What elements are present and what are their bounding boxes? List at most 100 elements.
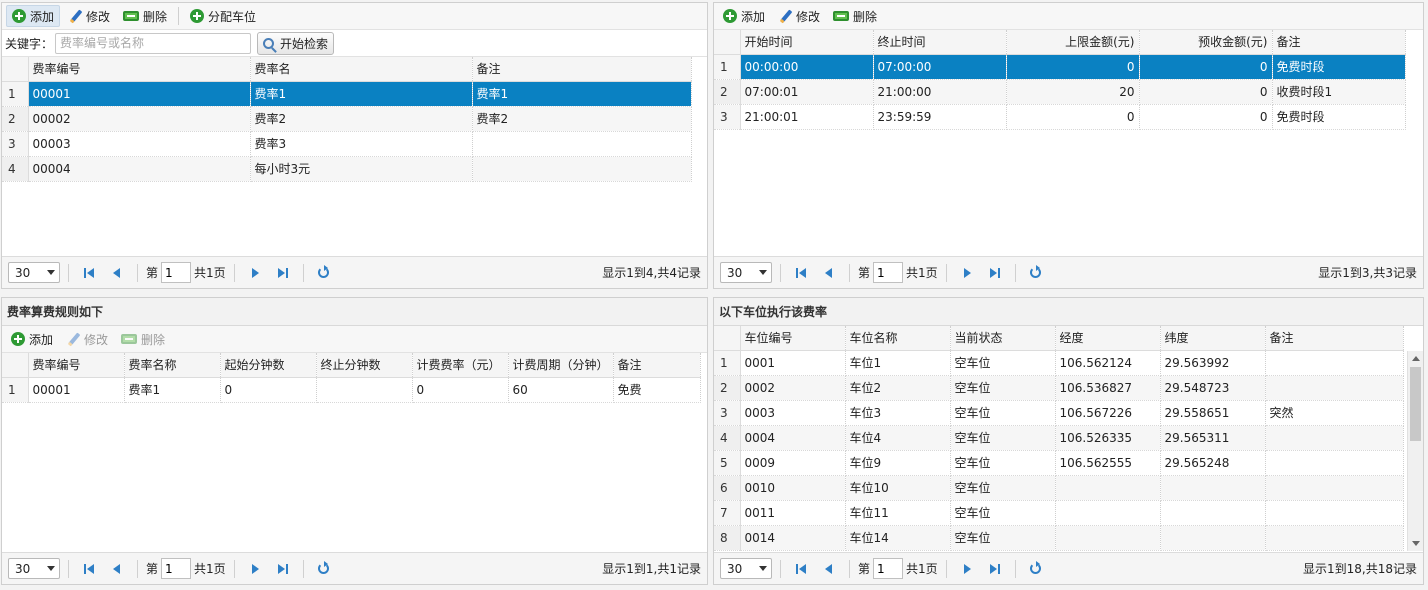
rule-delete-button[interactable]: 删除 [116, 328, 170, 350]
rule-add-label: 添加 [29, 332, 54, 347]
assign-space-button[interactable]: 分配车位 [185, 5, 261, 27]
refresh-icon[interactable] [317, 265, 329, 278]
scroll-up-icon[interactable] [1412, 356, 1420, 361]
first-page-icon[interactable] [796, 267, 808, 279]
table-row[interactable]: 3 0003 车位3 空车位 106.567226 29.558651 突然 [714, 400, 1404, 426]
rule-add-button[interactable]: 添加 [6, 328, 58, 350]
space-note-cell [1265, 425, 1404, 451]
vertical-scrollbar[interactable] [1407, 351, 1423, 551]
space-code-cell: 0009 [740, 450, 846, 476]
scrollbar-thumb[interactable] [1410, 367, 1421, 441]
page-prefix: 第 [146, 562, 159, 576]
column-header[interactable]: 计费周期（分钟） [508, 353, 614, 378]
column-header[interactable]: 费率名 [250, 57, 473, 82]
latitude-cell [1160, 525, 1266, 551]
last-page-icon[interactable] [276, 267, 288, 279]
column-header[interactable]: 当前状态 [950, 326, 1056, 351]
page-size-select[interactable]: 30 [8, 262, 60, 283]
column-header[interactable]: 备注 [1265, 326, 1404, 351]
rate-delete-button[interactable]: 删除 [118, 5, 172, 27]
table-row[interactable]: 1 0001 车位1 空车位 106.562124 29.563992 [714, 350, 1404, 376]
pager-separator [68, 559, 69, 578]
last-page-icon[interactable] [276, 563, 288, 575]
next-page-icon[interactable] [250, 563, 262, 575]
prev-page-icon[interactable] [110, 267, 122, 279]
refresh-icon[interactable] [1029, 265, 1041, 278]
rule-toolbar: 添加 修改 删除 [2, 326, 707, 353]
rate-note-cell [472, 156, 692, 182]
table-header-row: 费率编号 费率名称 起始分钟数 终止分钟数 计费费率（元） 计费周期（分钟） 备… [2, 353, 701, 378]
prev-page-icon[interactable] [822, 563, 834, 575]
page-size-select[interactable]: 30 [720, 558, 772, 579]
period-edit-button[interactable]: 修改 [773, 5, 825, 27]
column-header[interactable]: 费率编号 [28, 353, 125, 378]
table-row[interactable]: 4 0004 车位4 空车位 106.526335 29.565311 [714, 425, 1404, 451]
cycle-cell: 60 [508, 377, 614, 403]
page-number-input[interactable] [161, 262, 192, 283]
table-row[interactable]: 2 00002 费率2 费率2 [2, 106, 692, 132]
next-page-icon[interactable] [962, 563, 974, 575]
column-header[interactable]: 备注 [1272, 30, 1406, 55]
prev-page-icon[interactable] [822, 267, 834, 279]
column-header[interactable]: 车位编号 [740, 326, 846, 351]
column-header[interactable]: 费率编号 [28, 57, 251, 82]
table-row[interactable]: 1 00001 费率1 费率1 [2, 81, 692, 107]
pager-separator [302, 263, 304, 282]
keyword-search-input[interactable] [55, 32, 252, 54]
scroll-down-icon[interactable] [1412, 541, 1420, 546]
rate-add-button[interactable]: 添加 [6, 5, 61, 27]
next-page-icon[interactable] [962, 267, 974, 279]
space-note-cell [1265, 525, 1404, 551]
column-header[interactable]: 计费费率（元） [412, 353, 509, 378]
refresh-icon[interactable] [317, 561, 329, 574]
table-row[interactable]: 8 0014 车位14 空车位 [714, 525, 1404, 551]
column-header[interactable]: 车位名称 [845, 326, 951, 351]
page-number-input[interactable] [873, 558, 904, 579]
table-row[interactable]: 7 0011 车位11 空车位 [714, 500, 1404, 526]
table-row[interactable]: 6 0010 车位10 空车位 [714, 475, 1404, 501]
table-row[interactable]: 3 21:00:01 23:59:59 0 0 免费时段 [714, 104, 1406, 130]
table-row[interactable]: 2 07:00:01 21:00:00 20 0 收费时段1 [714, 79, 1406, 105]
period-add-button[interactable]: 添加 [718, 5, 770, 27]
column-header[interactable]: 终止时间 [873, 30, 1007, 55]
column-header[interactable]: 终止分钟数 [316, 353, 413, 378]
column-header[interactable]: 起始分钟数 [220, 353, 317, 378]
start-search-button[interactable]: 开始检索 [257, 31, 335, 55]
table-row[interactable]: 1 00001 费率1 0 0 60 免费 [2, 377, 701, 403]
last-page-icon[interactable] [988, 267, 1000, 279]
table-row[interactable]: 3 00003 费率3 [2, 131, 692, 157]
space-state-cell: 空车位 [950, 425, 1056, 451]
column-header[interactable]: 上限金额(元) [1006, 30, 1140, 55]
last-page-icon[interactable] [988, 563, 1000, 575]
period-delete-button[interactable]: 删除 [828, 5, 882, 27]
rate-table: 费率编号 费率名 备注 1 00001 费率1 费率1 2 00002 费率2 … [2, 57, 692, 182]
column-header[interactable]: 费率名称 [124, 353, 221, 378]
first-page-icon[interactable] [84, 267, 96, 279]
next-page-icon[interactable] [250, 267, 262, 279]
column-header[interactable]: 备注 [472, 57, 692, 82]
prev-page-icon[interactable] [110, 563, 122, 575]
table-row[interactable]: 2 0002 车位2 空车位 106.536827 29.548723 [714, 375, 1404, 401]
table-row[interactable]: 5 0009 车位9 空车位 106.562555 29.565248 [714, 450, 1404, 476]
refresh-icon[interactable] [1029, 561, 1041, 574]
space-note-cell [1265, 450, 1404, 476]
rule-edit-button[interactable]: 修改 [61, 328, 113, 350]
rate-edit-button[interactable]: 修改 [63, 5, 115, 27]
longitude-cell: 106.562124 [1055, 350, 1161, 376]
first-page-icon[interactable] [796, 563, 808, 575]
column-header[interactable]: 开始时间 [740, 30, 874, 55]
period-pager: 30 第 共1页 显示1到3,共3记录 [714, 256, 1423, 288]
column-header[interactable]: 纬度 [1160, 326, 1266, 351]
row-number-header [2, 353, 29, 378]
page-size-select[interactable]: 30 [8, 558, 60, 579]
page-number-input[interactable] [161, 558, 192, 579]
page-size-select[interactable]: 30 [720, 262, 772, 283]
column-header[interactable]: 预收金额(元) [1139, 30, 1273, 55]
page-number-input[interactable] [873, 262, 904, 283]
column-header[interactable]: 经度 [1055, 326, 1161, 351]
first-page-icon[interactable] [84, 563, 96, 575]
table-row[interactable]: 1 00:00:00 07:00:00 0 0 免费时段 [714, 54, 1406, 80]
prepaid-amount-cell: 0 [1139, 79, 1273, 105]
table-row[interactable]: 4 00004 每小时3元 [2, 156, 692, 182]
column-header[interactable]: 备注 [613, 353, 701, 378]
